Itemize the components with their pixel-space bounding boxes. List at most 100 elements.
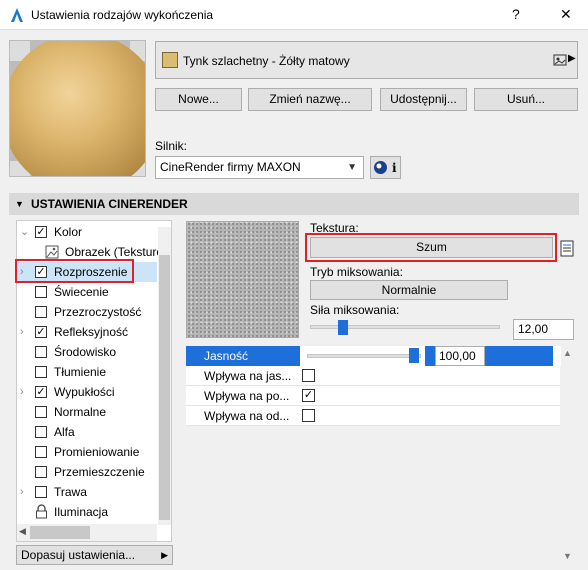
material-selector[interactable]: Tynk szlachetny - Żółty matowy ▶ bbox=[155, 41, 578, 79]
mix-strength-field[interactable]: 12,00 bbox=[513, 319, 574, 340]
checkbox[interactable]: ✓ bbox=[35, 386, 47, 398]
close-button[interactable]: ✕ bbox=[560, 6, 572, 23]
channel-label: Kolor bbox=[54, 225, 83, 239]
affects-row-brightness[interactable]: Wpływa na jas... bbox=[186, 366, 560, 386]
info-icon: i bbox=[392, 161, 397, 175]
checkbox[interactable] bbox=[35, 466, 47, 478]
brightness-field[interactable]: 100,00 bbox=[435, 346, 485, 366]
scroll-left-icon[interactable]: ◀ bbox=[19, 526, 26, 537]
channel-label: Trawa bbox=[54, 485, 87, 499]
chevron-right-icon[interactable]: › bbox=[20, 382, 24, 402]
checkbox[interactable] bbox=[35, 406, 47, 418]
engine-select[interactable]: CineRender firmy MAXON ▼ bbox=[155, 156, 364, 179]
brightness-track[interactable] bbox=[307, 354, 421, 358]
material-preview bbox=[9, 40, 146, 177]
brightness-knob[interactable] bbox=[409, 348, 419, 363]
chevron-down-icon: ▼ bbox=[347, 162, 357, 173]
scroll-down-icon[interactable]: ▼ bbox=[563, 551, 572, 561]
section-title: USTAWIENIA CINERENDER bbox=[31, 197, 188, 211]
channel-srodowisko[interactable]: Środowisko bbox=[17, 342, 157, 362]
scroll-up-icon[interactable]: ▲ bbox=[563, 348, 572, 358]
checkbox[interactable] bbox=[302, 409, 315, 422]
library-icon[interactable] bbox=[553, 53, 567, 67]
image-icon bbox=[45, 245, 59, 259]
channel-label: Refleksyjność bbox=[54, 325, 129, 339]
channel-tlumienie[interactable]: Tłumienie bbox=[17, 362, 157, 382]
checkbox[interactable] bbox=[302, 369, 315, 382]
checkbox[interactable] bbox=[35, 426, 47, 438]
affects-row-od[interactable]: Wpływa na od... bbox=[186, 406, 560, 426]
channel-swiecenie[interactable]: Świecenie bbox=[17, 282, 157, 302]
engine-value: CineRender firmy MAXON bbox=[160, 160, 301, 174]
channel-label: Tłumienie bbox=[54, 365, 107, 379]
channel-alfa[interactable]: Alfa bbox=[17, 422, 157, 442]
brightness-fill bbox=[485, 346, 553, 366]
engine-info-button[interactable]: i bbox=[370, 156, 401, 179]
engine-label: Silnik: bbox=[155, 139, 188, 153]
channel-label: Promieniowanie bbox=[54, 445, 140, 459]
chevron-right-icon[interactable]: › bbox=[20, 482, 24, 502]
chevron-right-icon[interactable]: ▶ bbox=[568, 53, 576, 64]
brightness-label: Jasność bbox=[204, 349, 249, 363]
material-swatch bbox=[162, 52, 178, 68]
channel-iluminacja[interactable]: Iluminacja bbox=[17, 502, 157, 522]
checkbox[interactable]: ✓ bbox=[35, 326, 47, 338]
props-vertical-scrollbar[interactable]: ▲ ▼ bbox=[561, 346, 574, 565]
channel-label: Wypukłości bbox=[54, 385, 115, 399]
texture-preview bbox=[186, 221, 299, 338]
checkbox[interactable]: ✓ bbox=[302, 389, 315, 402]
affects-row-po[interactable]: Wpływa na po... ✓ bbox=[186, 386, 560, 406]
chevron-right-icon: ▶ bbox=[161, 550, 168, 560]
channel-label: Przemieszczenie bbox=[54, 465, 145, 479]
checkbox[interactable] bbox=[35, 366, 47, 378]
channel-refleksyjnosc[interactable]: › ✓ Refleksyjność bbox=[17, 322, 157, 342]
cinema4d-icon bbox=[374, 161, 387, 174]
mix-mode-select[interactable]: Normalnie bbox=[310, 280, 508, 300]
checkbox[interactable] bbox=[35, 446, 47, 458]
checkbox[interactable] bbox=[35, 306, 47, 318]
channel-normalne[interactable]: Normalne bbox=[17, 402, 157, 422]
help-button[interactable]: ? bbox=[512, 6, 520, 22]
checkbox[interactable] bbox=[35, 286, 47, 298]
channel-label: Przezroczystość bbox=[54, 305, 142, 319]
channel-przemieszczenie[interactable]: Przemieszczenie bbox=[17, 462, 157, 482]
list-vertical-thumb[interactable] bbox=[159, 255, 170, 520]
channel-trawa[interactable]: › Trawa bbox=[17, 482, 157, 502]
brightness-label-cell: Jasność bbox=[186, 346, 300, 366]
collapse-arrow-icon: ▼ bbox=[15, 199, 24, 209]
channel-label: Świecenie bbox=[54, 285, 109, 299]
affects-label: Wpływa na jas... bbox=[204, 369, 292, 383]
fit-settings-button[interactable]: Dopasuj ustawienia... ▶ bbox=[16, 545, 173, 565]
channel-label: Iluminacja bbox=[54, 505, 109, 519]
archicad-icon bbox=[11, 8, 23, 22]
mix-strength-label: Siła miksowania: bbox=[310, 303, 400, 317]
channel-label: Środowisko bbox=[54, 345, 117, 359]
channel-promieniowanie[interactable]: Promieniowanie bbox=[17, 442, 157, 462]
delete-button[interactable]: Usuń... bbox=[474, 88, 578, 111]
texture-browser-icon[interactable] bbox=[560, 240, 574, 257]
share-button[interactable]: Udostępnij... bbox=[380, 88, 467, 111]
checkbox[interactable] bbox=[35, 346, 47, 358]
channel-wypuklosci[interactable]: › ✓ Wypukłości bbox=[17, 382, 157, 402]
material-name: Tynk szlachetny - Żółty matowy bbox=[183, 54, 350, 68]
rename-button[interactable]: Zmień nazwę... bbox=[248, 88, 372, 111]
preview-sphere bbox=[10, 41, 145, 176]
channel-kolor[interactable]: ⌄ ✓ Kolor bbox=[17, 222, 157, 242]
brightness-marker bbox=[425, 346, 435, 366]
title-bar: Ustawienia rodzajów wykończenia ? ✕ bbox=[0, 0, 588, 30]
window-title: Ustawienia rodzajów wykończenia bbox=[31, 8, 214, 22]
affects-label: Wpływa na po... bbox=[204, 389, 290, 403]
channel-label: Normalne bbox=[54, 405, 107, 419]
mix-strength-knob[interactable] bbox=[338, 320, 348, 335]
cinerender-section-header[interactable]: ▼ USTAWIENIA CINERENDER bbox=[9, 193, 579, 215]
checkbox[interactable]: ✓ bbox=[35, 226, 47, 238]
affects-label: Wpływa na od... bbox=[204, 409, 290, 423]
checkbox[interactable] bbox=[35, 486, 47, 498]
new-button[interactable]: Nowe... bbox=[155, 88, 242, 111]
list-horizontal-thumb[interactable] bbox=[30, 526, 90, 539]
channel-przezroczystosc[interactable]: Przezroczystość bbox=[17, 302, 157, 322]
mix-mode-label: Tryb miksowania: bbox=[310, 265, 403, 279]
chevron-down-icon[interactable]: ⌄ bbox=[20, 222, 29, 242]
highlight-texture bbox=[305, 233, 557, 262]
chevron-right-icon[interactable]: › bbox=[20, 322, 24, 342]
